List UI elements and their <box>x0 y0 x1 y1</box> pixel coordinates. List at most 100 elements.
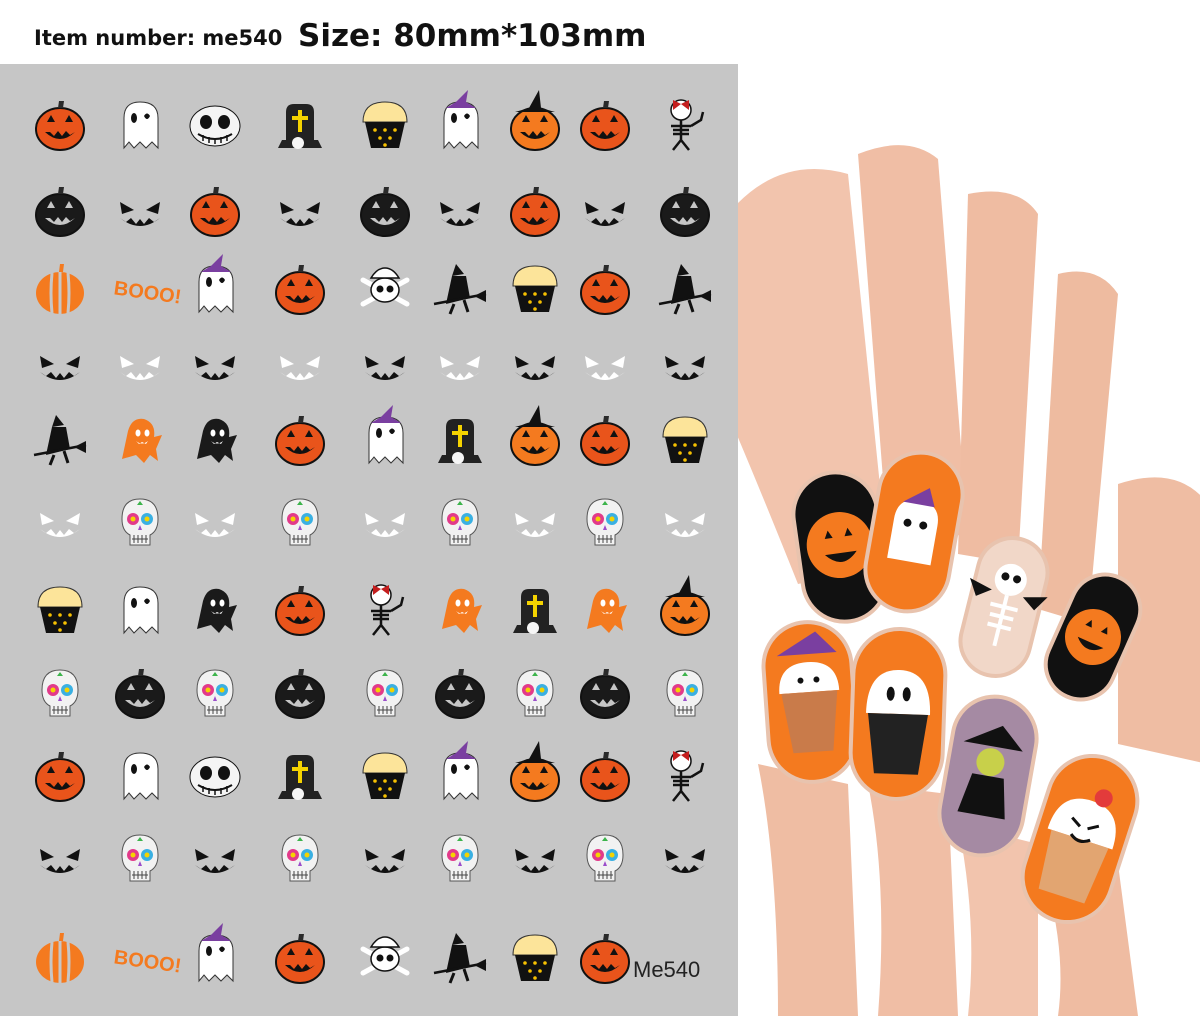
skull-bones-sticker <box>360 936 410 976</box>
svg-text:BOOO!: BOOO! <box>112 946 182 977</box>
cupcake-sticker <box>362 752 408 799</box>
sugar-skull-sticker <box>121 498 159 546</box>
face-white-sticker <box>280 356 320 380</box>
nail-photo <box>738 64 1200 1016</box>
pumpkin-plain-sticker <box>36 933 84 983</box>
face-black-sticker <box>195 356 235 380</box>
ghost-orange-sticker <box>122 418 162 463</box>
tombstone-sticker <box>513 589 557 634</box>
pumpkin-sticker <box>580 416 630 466</box>
skeleton-sticker <box>370 584 405 636</box>
sugar-skull-sticker <box>666 669 704 717</box>
tombstone-sticker <box>278 104 322 149</box>
pumpkin-sticker <box>275 934 325 984</box>
pumpkin-black-sticker <box>35 187 85 237</box>
face-white-sticker <box>585 356 625 380</box>
cupcake-sticker <box>362 101 408 148</box>
cupcake-sticker <box>662 416 708 463</box>
sugar-skull-sticker <box>441 498 479 546</box>
sugar-skull-sticker <box>281 834 319 882</box>
sheet-code-label: Me540 <box>633 957 701 982</box>
sticker-grid: BOOO! BOOO! <box>33 90 712 984</box>
face-white-sticker <box>440 356 480 380</box>
sugar-skull-sticker <box>41 669 79 717</box>
cupcake-witch-nail <box>761 620 859 784</box>
pumpkin-black-sticker <box>360 187 410 237</box>
sugar-skull-sticker <box>281 498 319 546</box>
pumpkin-sticker <box>510 187 560 237</box>
pumpkin-sticker <box>580 934 630 984</box>
face-black-sticker <box>365 356 405 380</box>
skull-face-sticker <box>189 105 241 147</box>
ghost-sticker <box>123 101 159 150</box>
face-black-sticker <box>280 202 320 226</box>
ghost-black-sticker <box>197 418 237 463</box>
pumpkin-sticker <box>35 752 85 802</box>
ghost-sticker <box>123 586 159 635</box>
pumpkin-sticker <box>275 586 325 636</box>
pumpkin-black-sticker <box>435 669 485 719</box>
pumpkin-sticker <box>35 101 85 151</box>
face-black-sticker <box>195 849 235 873</box>
sugar-skull-sticker <box>366 669 404 717</box>
witch-sticker <box>433 264 487 315</box>
pumpkin-witch-sticker <box>510 405 560 466</box>
ghost-orange-sticker <box>442 588 482 633</box>
ghost-witch-sticker <box>443 90 479 150</box>
face-black-sticker <box>585 202 625 226</box>
pumpkin-witch-sticker <box>660 575 710 636</box>
svg-text:BOOO!: BOOO! <box>112 277 182 308</box>
pumpkin-sticker <box>275 416 325 466</box>
pumpkin-sticker <box>190 187 240 237</box>
pumpkin-plain-sticker <box>36 264 84 314</box>
pumpkin-sticker <box>275 265 325 315</box>
ghost-sticker <box>123 752 159 801</box>
face-black-sticker <box>120 202 160 226</box>
ghost-orange-sticker <box>587 588 627 633</box>
face-black-sticker <box>665 849 705 873</box>
face-black-sticker <box>515 849 555 873</box>
face-white-sticker <box>665 513 705 537</box>
pumpkin-black-sticker <box>660 187 710 237</box>
sugar-skull-sticker <box>196 669 234 717</box>
face-black-sticker <box>365 849 405 873</box>
nail-photo-illustration <box>738 145 1200 1016</box>
header-item-number: Item number: me540 <box>34 26 283 50</box>
face-white-sticker <box>195 513 235 537</box>
tombstone-sticker <box>438 419 482 464</box>
tombstone-sticker <box>278 755 322 800</box>
witch-nail <box>937 694 1039 858</box>
pumpkin-witch-sticker <box>510 90 560 151</box>
cupcake-sticker <box>37 586 83 633</box>
boo-sticker: BOOO! <box>112 946 182 977</box>
ghost-witch-sticker <box>443 741 479 801</box>
ghost-black-sticker <box>197 588 237 633</box>
skeleton-sticker <box>670 750 705 802</box>
pumpkin-black-sticker <box>115 669 165 719</box>
face-black-sticker <box>40 849 80 873</box>
face-black-sticker <box>40 356 80 380</box>
face-white-sticker <box>120 356 160 380</box>
ghost-nail <box>848 627 948 801</box>
witch-sticker <box>33 415 87 466</box>
skull-face-sticker <box>189 756 241 798</box>
sugar-skull-sticker <box>121 834 159 882</box>
pumpkin-witch-sticker <box>510 741 560 802</box>
ghost-witch-sticker <box>198 923 234 983</box>
face-black-sticker <box>665 356 705 380</box>
cupcake-sticker <box>512 934 558 981</box>
ghost-witch-sticker <box>368 405 404 465</box>
sugar-skull-sticker <box>586 834 624 882</box>
pumpkin-sticker <box>580 265 630 315</box>
sugar-skull-sticker <box>586 498 624 546</box>
pumpkin-sticker <box>580 752 630 802</box>
face-white-sticker <box>515 513 555 537</box>
skeleton-sticker <box>670 99 705 151</box>
sugar-skull-sticker <box>516 669 554 717</box>
face-white-sticker <box>365 513 405 537</box>
cupcake-sticker <box>512 265 558 312</box>
header-size: Size: 80mm*103mm <box>298 18 647 54</box>
boo-sticker: BOOO! <box>112 277 182 308</box>
face-white-sticker <box>40 513 80 537</box>
witch-sticker <box>433 933 487 984</box>
